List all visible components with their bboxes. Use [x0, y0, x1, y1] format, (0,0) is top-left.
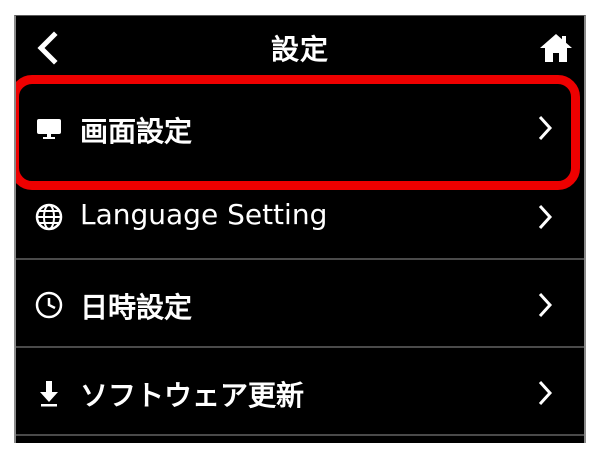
menu-item-label: 日時設定	[80, 291, 193, 324]
settings-screen: 設定 画面設定 Language Setting 日時設定 ソフトウェア更新	[14, 15, 586, 443]
divider	[16, 434, 584, 436]
monitor-icon	[37, 119, 61, 139]
chevron-right-icon	[538, 380, 553, 406]
page-title: 設定	[270, 33, 329, 66]
divider	[16, 258, 584, 260]
menu-item-date-time-settings[interactable]: 日時設定	[16, 262, 584, 348]
clock-icon	[35, 291, 63, 319]
chevron-right-icon	[538, 292, 553, 318]
download-arrow-icon	[40, 381, 58, 407]
globe-icon	[35, 203, 63, 231]
menu-item-display-settings[interactable]: 画面設定	[16, 86, 584, 172]
menu-item-language-setting[interactable]: Language Setting	[16, 174, 584, 260]
menu-item-label: ソフトウェア更新	[80, 379, 305, 412]
header-bar: 設定	[16, 16, 584, 78]
home-icon[interactable]	[538, 32, 574, 64]
divider	[16, 346, 584, 348]
menu-item-label: Language Setting	[80, 198, 328, 231]
menu-item-software-update[interactable]: ソフトウェア更新	[16, 350, 584, 436]
chevron-right-icon	[538, 204, 553, 230]
menu-item-label: 画面設定	[80, 115, 193, 148]
chevron-right-icon	[538, 115, 553, 141]
